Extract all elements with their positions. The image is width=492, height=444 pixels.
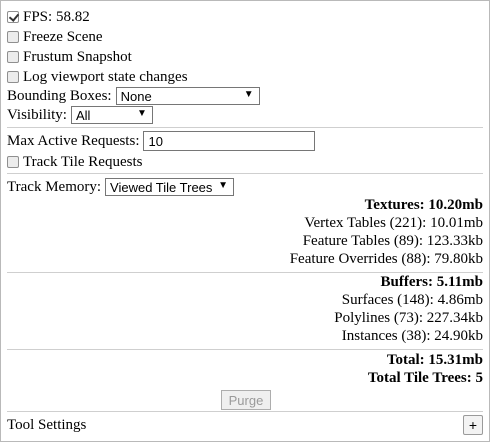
- tool-settings-row: Tool Settings: [7, 415, 86, 435]
- divider: [7, 127, 483, 128]
- surfaces-stat: Surfaces (148): 4.86mb: [341, 292, 483, 308]
- plus-icon: +: [468, 417, 478, 433]
- track-tile-requests-checkbox[interactable]: [7, 156, 19, 168]
- divider: [7, 349, 483, 350]
- fps-label: FPS: 58.82: [23, 8, 90, 25]
- log-viewport-row[interactable]: Log viewport state changes: [7, 67, 188, 87]
- fps-checkbox[interactable]: [7, 11, 19, 23]
- track-memory-select[interactable]: Viewed Tile Trees ▼: [105, 178, 235, 196]
- divider: [7, 173, 483, 174]
- max-active-requests-label: Max Active Requests:: [7, 132, 140, 149]
- chevron-down-icon: ▼: [218, 180, 229, 191]
- freeze-scene-checkbox[interactable]: [7, 31, 19, 43]
- track-memory-value: Viewed Tile Trees: [110, 179, 213, 195]
- frustum-snapshot-row[interactable]: Frustum Snapshot: [7, 47, 132, 67]
- track-tile-requests-row[interactable]: Track Tile Requests: [7, 152, 142, 172]
- divider: [7, 272, 483, 273]
- max-active-requests-row: Max Active Requests: 10: [7, 131, 316, 151]
- max-active-requests-value: 10: [148, 133, 163, 149]
- fps-row[interactable]: FPS: 58.82: [7, 7, 90, 27]
- buffers-header: Buffers: 5.11mb: [380, 274, 484, 290]
- visibility-row: Visibility: All ▼: [7, 105, 153, 125]
- bounding-boxes-row: Bounding Boxes: None ▼: [7, 86, 260, 106]
- max-active-requests-input[interactable]: 10: [143, 131, 316, 151]
- feature-overrides-stat: Feature Overrides (88): 79.80kb: [289, 251, 483, 267]
- log-viewport-checkbox[interactable]: [7, 71, 19, 83]
- track-memory-row: Track Memory: Viewed Tile Trees ▼: [7, 177, 235, 197]
- freeze-scene-row[interactable]: Freeze Scene: [7, 27, 103, 47]
- track-tile-requests-label: Track Tile Requests: [23, 153, 143, 170]
- visibility-value: All: [75, 107, 91, 123]
- frustum-snapshot-label: Frustum Snapshot: [23, 48, 132, 65]
- expand-tool-settings-button[interactable]: +: [463, 415, 483, 435]
- log-viewport-label: Log viewport state changes: [23, 68, 188, 85]
- frustum-snapshot-checkbox[interactable]: [7, 51, 19, 63]
- purge-button[interactable]: Purge: [221, 390, 271, 410]
- chevron-down-icon: ▼: [137, 108, 147, 119]
- divider: [7, 411, 483, 412]
- visibility-label: Visibility:: [7, 106, 67, 123]
- bounding-boxes-value: None: [120, 88, 152, 104]
- diagnostics-panel: FPS: 58.82 Freeze Scene Frustum Snapshot…: [0, 0, 490, 442]
- tool-settings-label: Tool Settings: [7, 416, 87, 433]
- chevron-down-icon: ▼: [243, 89, 254, 100]
- polylines-stat: Polylines (73): 227.34kb: [334, 310, 483, 326]
- instances-stat: Instances (38): 24.90kb: [341, 328, 483, 344]
- total-memory: Total: 15.31mb: [386, 352, 483, 368]
- vertex-tables-stat: Vertex Tables (221): 10.01mb: [304, 215, 483, 231]
- visibility-select[interactable]: All ▼: [70, 106, 153, 124]
- track-memory-label: Track Memory:: [7, 178, 102, 195]
- textures-header: Textures: 10.20mb: [364, 197, 483, 213]
- bounding-boxes-select[interactable]: None ▼: [115, 87, 260, 105]
- total-tile-trees: Total Tile Trees: 5: [367, 370, 483, 386]
- freeze-scene-label: Freeze Scene: [23, 28, 103, 45]
- bounding-boxes-label: Bounding Boxes:: [7, 87, 112, 104]
- feature-tables-stat: Feature Tables (89): 123.33kb: [302, 233, 483, 249]
